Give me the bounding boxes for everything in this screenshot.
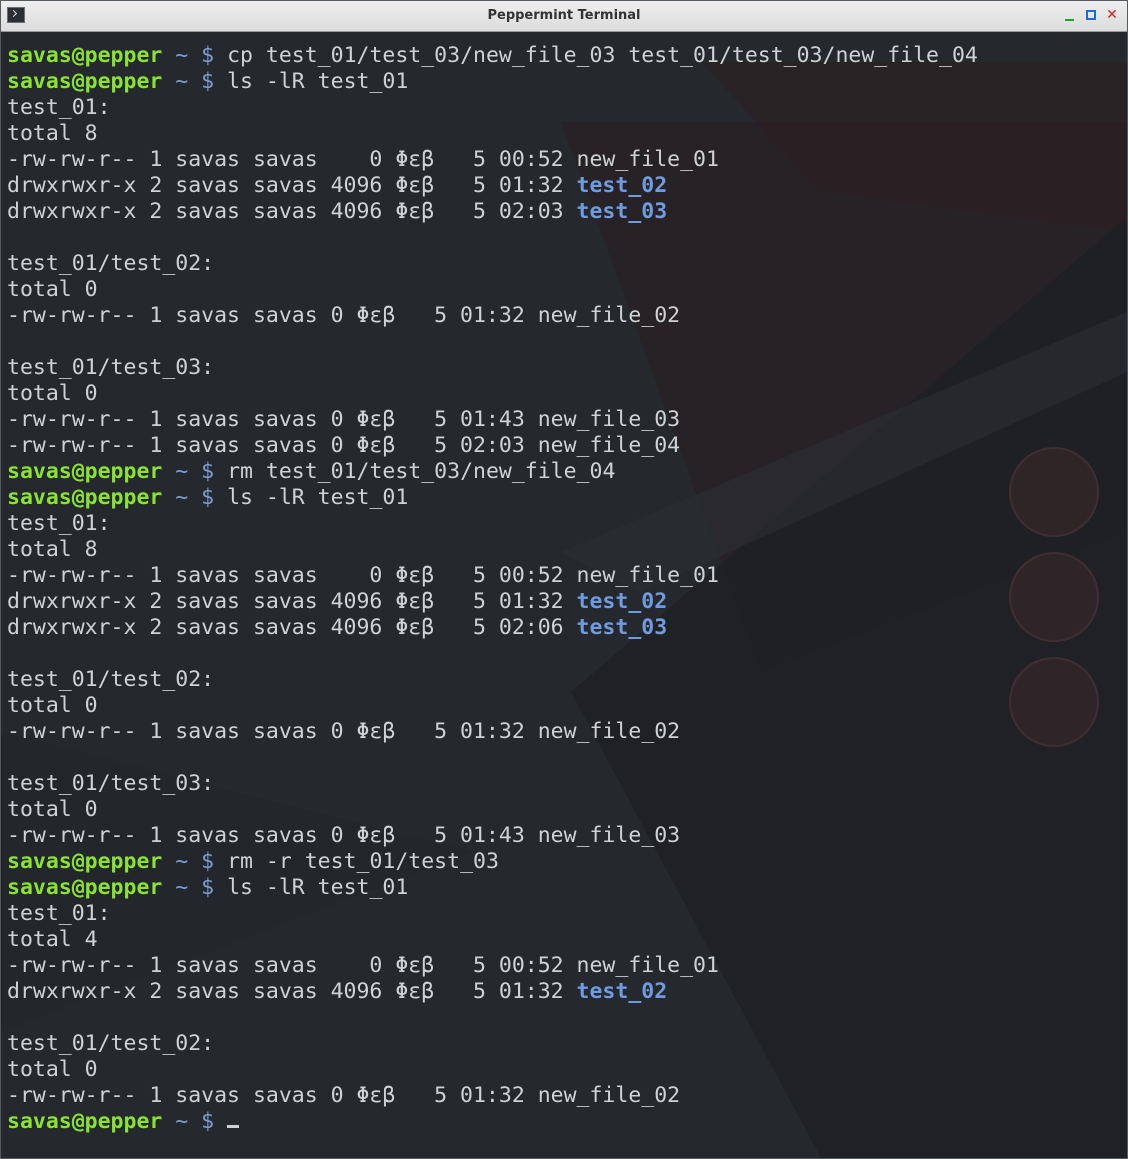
output-line: -rw-rw-r-- 1 savas savas 0 Φεβ 5 01:32 n… <box>7 719 681 744</box>
prompt-path: ~ $ <box>162 43 215 68</box>
output-line: total 0 <box>7 381 98 406</box>
command-text: cp test_01/test_03/new_file_03 test_01/t… <box>214 43 978 68</box>
prompt-path: ~ $ <box>162 875 215 900</box>
listing-text: drwxrwxr-x 2 savas savas 4096 Φεβ 5 02:0… <box>7 199 577 224</box>
prompt-user-host: savas@pepper <box>7 459 163 484</box>
peppermint-candy-icons <box>1009 447 1099 747</box>
command-line: savas@pepper ~ $ rm test_01/test_03/new_… <box>7 459 978 485</box>
output-line: -rw-rw-r-- 1 savas savas 0 Φεβ 5 01:43 n… <box>7 407 681 432</box>
command-text <box>214 1109 227 1134</box>
command-text: ls -lR test_01 <box>214 69 409 94</box>
prompt-path: ~ $ <box>162 69 215 94</box>
prompt-user-host: savas@pepper <box>7 875 163 900</box>
listing-text: drwxrwxr-x 2 savas savas 4096 Φεβ 5 02:0… <box>7 615 577 640</box>
command-line: savas@pepper ~ $ <box>7 1109 978 1135</box>
command-line: savas@pepper ~ $ ls -lR test_01 <box>7 69 978 95</box>
prompt-user-host: savas@pepper <box>7 1109 163 1134</box>
listing-row: drwxrwxr-x 2 savas savas 4096 Φεβ 5 02:0… <box>7 615 978 641</box>
prompt-path: ~ $ <box>162 485 215 510</box>
output-line: total 0 <box>7 693 98 718</box>
output-line: -rw-rw-r-- 1 savas savas 0 Φεβ 5 00:52 n… <box>7 147 719 172</box>
text-cursor <box>227 1125 240 1128</box>
command-text: ls -lR test_01 <box>214 875 409 900</box>
listing-row: drwxrwxr-x 2 savas savas 4096 Φεβ 5 02:0… <box>7 199 978 225</box>
prompt-path: ~ $ <box>162 459 215 484</box>
output-line: -rw-rw-r-- 1 savas savas 0 Φεβ 5 00:52 n… <box>7 953 719 978</box>
output-line: test_01/test_02: <box>7 667 215 692</box>
title-bar[interactable]: Peppermint Terminal ✕ <box>1 1 1127 32</box>
directory-name: test_02 <box>576 589 668 614</box>
directory-name: test_03 <box>576 199 668 224</box>
output-line: test_01: <box>7 511 111 536</box>
output-line: -rw-rw-r-- 1 savas savas 0 Φεβ 5 01:32 n… <box>7 303 681 328</box>
output-line: total 0 <box>7 1057 98 1082</box>
output-line: -rw-rw-r-- 1 savas savas 0 Φεβ 5 01:32 n… <box>7 1083 681 1108</box>
command-text: rm -r test_01/test_03 <box>214 849 499 874</box>
listing-row: drwxrwxr-x 2 savas savas 4096 Φεβ 5 01:3… <box>7 589 978 615</box>
output-line: total 4 <box>7 927 98 952</box>
prompt-user-host: savas@pepper <box>7 485 163 510</box>
close-icon[interactable]: ✕ <box>1105 8 1119 22</box>
command-text: ls -lR test_01 <box>214 485 409 510</box>
window-title: Peppermint Terminal <box>487 8 641 23</box>
output-line: total 0 <box>7 277 98 302</box>
command-line: savas@pepper ~ $ cp test_01/test_03/new_… <box>7 43 978 69</box>
prompt-path: ~ $ <box>162 849 215 874</box>
output-line: total 8 <box>7 537 98 562</box>
maximize-icon[interactable] <box>1084 8 1098 22</box>
directory-name: test_03 <box>576 615 668 640</box>
command-text: rm test_01/test_03/new_file_04 <box>214 459 616 484</box>
prompt-user-host: savas@pepper <box>7 43 163 68</box>
prompt-user-host: savas@pepper <box>7 69 163 94</box>
directory-name: test_02 <box>576 979 668 1004</box>
output-line: -rw-rw-r-- 1 savas savas 0 Φεβ 5 02:03 n… <box>7 433 681 458</box>
terminal-output[interactable]: savas@pepper ~ $ cp test_01/test_03/new_… <box>7 43 978 1135</box>
output-line: test_01/test_02: <box>7 251 215 276</box>
output-line: test_01/test_02: <box>7 1031 215 1056</box>
output-line: -rw-rw-r-- 1 savas savas 0 Φεβ 5 00:52 n… <box>7 563 719 588</box>
output-line: test_01: <box>7 901 111 926</box>
output-line: test_01/test_03: <box>7 771 215 796</box>
listing-text: drwxrwxr-x 2 savas savas 4096 Φεβ 5 01:3… <box>7 979 577 1004</box>
directory-name: test_02 <box>576 173 668 198</box>
command-line: savas@pepper ~ $ ls -lR test_01 <box>7 485 978 511</box>
output-line: -rw-rw-r-- 1 savas savas 0 Φεβ 5 01:43 n… <box>7 823 681 848</box>
listing-text: drwxrwxr-x 2 savas savas 4096 Φεβ 5 01:3… <box>7 589 577 614</box>
listing-row: drwxrwxr-x 2 savas savas 4096 Φεβ 5 01:3… <box>7 979 978 1005</box>
output-line: test_01/test_03: <box>7 355 215 380</box>
prompt-user-host: savas@pepper <box>7 849 163 874</box>
command-line: savas@pepper ~ $ rm -r test_01/test_03 <box>7 849 978 875</box>
listing-row: drwxrwxr-x 2 savas savas 4096 Φεβ 5 01:3… <box>7 173 978 199</box>
command-line: savas@pepper ~ $ ls -lR test_01 <box>7 875 978 901</box>
output-line: test_01: <box>7 95 111 120</box>
prompt-path: ~ $ <box>162 1109 215 1134</box>
minimize-icon[interactable] <box>1063 8 1077 22</box>
listing-text: drwxrwxr-x 2 savas savas 4096 Φεβ 5 01:3… <box>7 173 577 198</box>
output-line: total 8 <box>7 121 98 146</box>
terminal-window: Peppermint Terminal ✕ savas@pepper ~ $ c… <box>0 0 1128 1159</box>
output-line: total 0 <box>7 797 98 822</box>
